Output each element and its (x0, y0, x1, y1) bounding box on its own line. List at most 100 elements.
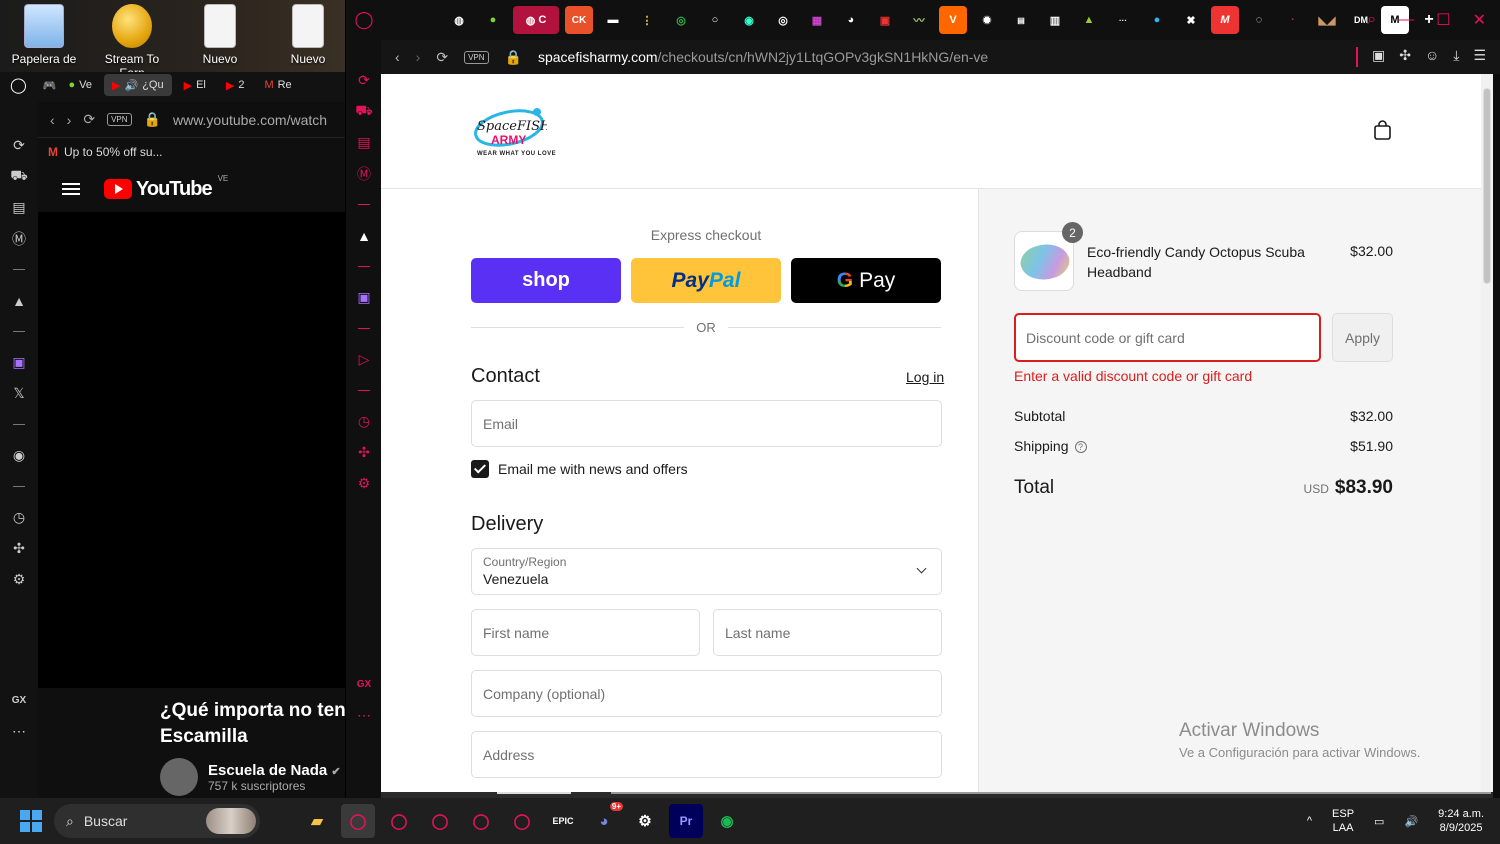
background-browser-window[interactable]: ◯ 🎮 ● Ve ▶ 🔊 ¿Qu ▶ El ▶ 2 M Re ⟳ ⛟ ▤ Ⓜ ▲ ▣ 𝕏 ◉… (0, 72, 356, 798)
aria-icon[interactable]: ▲ (0, 285, 38, 316)
discount-input[interactable] (1014, 313, 1321, 362)
tab-favicon-xbox[interactable]: ◎ (667, 6, 695, 34)
url-field[interactable]: spacefisharmy.com/checkouts/cn/hWN2jy1Lt… (538, 49, 988, 65)
vpn-badge[interactable]: VPN (464, 50, 489, 64)
tab-favicon-dark-red[interactable]: · (1279, 6, 1307, 34)
extensions-icon[interactable]: ✣ (346, 437, 382, 468)
gamepad-icon[interactable]: ▣ (1372, 47, 1385, 67)
reload-icon[interactable]: ⟳ (83, 111, 95, 128)
tab-favicon-fox[interactable]: ◣◢ (1313, 6, 1341, 34)
opera-gx-icon[interactable]: ◯ (423, 804, 457, 838)
desktop-icon-nuevo-2[interactable]: Nuevo (268, 4, 348, 66)
extensions-icon[interactable]: ✣ (0, 533, 38, 564)
player-icon[interactable]: ▷ (346, 344, 382, 375)
chevron-up-icon[interactable]: ^ (1307, 815, 1312, 827)
tab-favicon-spiral[interactable]: ◌ (1245, 6, 1273, 34)
apply-discount-button[interactable]: Apply (1332, 313, 1393, 362)
opera-gx-icon[interactable]: ◯ (382, 804, 416, 838)
opera-gx-icon[interactable]: ◯ (464, 804, 498, 838)
back-icon[interactable]: ‹ (50, 112, 55, 128)
language-indicator[interactable]: ESP LAA (1332, 807, 1354, 835)
tab-favicon-circle[interactable]: ○ (701, 6, 729, 34)
tab-favicon-tri[interactable]: ▲ (1075, 6, 1103, 34)
wallet-icon[interactable]: ▤ (346, 127, 382, 158)
tab-favicon-dots[interactable]: ⋮ (633, 6, 661, 34)
gx-label[interactable]: GX (346, 669, 382, 700)
tab-favicon-x[interactable]: ✖ (1177, 6, 1205, 34)
speaker-icon[interactable]: 🔊 (124, 79, 138, 92)
search-tabs-icon[interactable]: ⌕ (1367, 11, 1376, 29)
tab-2[interactable]: ▶ 2 (218, 74, 253, 96)
network-icon[interactable]: ▭ (1374, 815, 1384, 828)
tab-el[interactable]: ▶ El (176, 74, 214, 96)
settings-icon[interactable]: ⚙ (0, 564, 38, 595)
tab-favicon-dark[interactable]: ▬ (599, 6, 627, 34)
page-scrollbar[interactable] (1481, 74, 1493, 792)
first-name-field[interactable] (471, 609, 700, 656)
reload-icon[interactable]: ⟳ (436, 49, 448, 66)
bookmark-item[interactable]: Up to 50% off su... (64, 145, 163, 159)
tab-favicon-v[interactable]: V (939, 6, 967, 34)
m-icon[interactable]: Ⓜ (346, 158, 382, 189)
menu-icon[interactable] (62, 183, 80, 195)
spotify-icon[interactable]: ◉ (0, 440, 38, 471)
email-opt-in[interactable]: Email me with news and offers (471, 460, 688, 478)
twitch-icon[interactable]: ▣ (346, 282, 382, 313)
address-field[interactable] (471, 731, 942, 778)
desktop-icon-recycle-bin[interactable]: Papelera de (4, 4, 84, 66)
desktop-icon-stream-to-earn[interactable]: Stream To Earn (92, 4, 172, 80)
clock[interactable]: 9:24 a.m. 8/9/2025 (1438, 807, 1484, 835)
lock-icon[interactable]: 🔒 (505, 49, 522, 66)
tab-favicon-red[interactable]: ▣ (871, 6, 899, 34)
extensions-icon[interactable]: ✣ (1399, 47, 1411, 67)
cart-icon[interactable] (1374, 120, 1391, 140)
forward-icon[interactable]: › (416, 49, 421, 65)
tab-favicon-purple[interactable]: ▦ (803, 6, 831, 34)
tab-youtube-video[interactable]: ▶ 🔊 ¿Qu (104, 74, 172, 96)
forward-icon[interactable]: › (67, 112, 72, 128)
bag-icon[interactable]: ⛟ (0, 161, 38, 192)
twitch-icon[interactable]: ▣ (0, 347, 38, 378)
epic-games-icon[interactable]: EPIC (546, 804, 580, 838)
tab-ve[interactable]: ● Ve (61, 74, 101, 96)
paypal-button[interactable]: Pay Pal (631, 258, 781, 303)
refresh-icon[interactable]: ⟳ (346, 65, 382, 96)
email-opt-in-checkbox[interactable] (471, 460, 489, 478)
tab-favicon-m[interactable]: M (1211, 6, 1239, 34)
back-icon[interactable]: ‹ (395, 49, 400, 65)
channel-name[interactable]: Escuela de Nada ✔ (208, 762, 341, 779)
opera-gx-icon[interactable]: ◯ (341, 804, 375, 838)
refresh-icon[interactable]: ⟳ (0, 130, 38, 161)
background-address-bar[interactable]: ‹ › ⟳ VPN 🔒 www.youtube.com/watch (38, 102, 345, 138)
x-icon[interactable]: 𝕏 (0, 378, 38, 409)
windows-start-icon[interactable] (20, 810, 42, 832)
country-select[interactable]: Country/Region Venezuela (471, 548, 942, 595)
close-icon[interactable]: ✕ (1473, 10, 1486, 30)
history-icon[interactable]: ◷ (346, 406, 382, 437)
maximize-icon[interactable]: ☐ (1436, 10, 1450, 30)
gamepad-icon[interactable]: 🎮 (43, 79, 57, 92)
premiere-pro-icon[interactable]: Pr (669, 804, 703, 838)
tab-favicon-ck[interactable]: CK (565, 6, 593, 34)
opera-logo-icon[interactable]: ◯ (346, 4, 382, 35)
discord-icon[interactable]: ◕ 9+ (587, 802, 623, 838)
last-name-field[interactable] (713, 609, 942, 656)
gx-label[interactable]: GX (0, 685, 38, 716)
tab-re[interactable]: M Re (256, 74, 299, 96)
settings-icon[interactable]: ⚙ (346, 468, 382, 499)
login-link[interactable]: Log in (906, 369, 944, 385)
desktop-icon-nuevo-1[interactable]: Nuevo (180, 4, 260, 66)
company-field[interactable] (471, 670, 942, 717)
history-icon[interactable]: ◷ (0, 502, 38, 533)
tab-favicon-gear[interactable]: ✹ (973, 6, 1001, 34)
video-player[interactable] (38, 212, 345, 688)
tab-favicon-wave[interactable]: 〰 (905, 6, 933, 34)
shop-pay-button[interactable]: shop (471, 258, 621, 303)
tab-favicon-blue[interactable]: ● (1143, 6, 1171, 34)
taskbar-search[interactable]: ⌕ Buscar (54, 804, 260, 838)
download-icon[interactable]: ⤓ (1453, 47, 1459, 67)
bag-icon[interactable]: ⛟ (346, 96, 382, 127)
tab-favicon-book[interactable]: ▥ (1041, 6, 1069, 34)
youtube-logo[interactable]: YouTube VE (104, 174, 228, 201)
help-icon[interactable]: ? (1074, 441, 1087, 454)
